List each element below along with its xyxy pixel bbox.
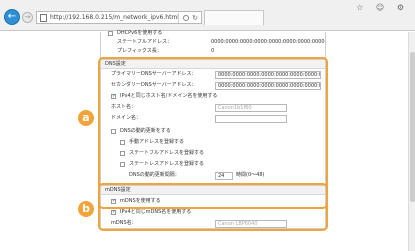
address-bar[interactable]: http://192.168.0.215/m_network_ipv6.html…	[36, 11, 202, 24]
mdns-highlight-frame	[98, 183, 328, 231]
browser-menu-icons[interactable]: ☆ ☺ ⚙	[356, 3, 409, 12]
callout-b: b	[78, 201, 94, 217]
ipv6-address-panel: DHCPv6を使用する ステートフルアドレス： 0000:0000:0000:0…	[100, 30, 326, 58]
prefix-label: プレフィックス長：	[117, 48, 162, 54]
browser-toolbar: ← → http://192.168.0.215/m_network_ipv6.…	[0, 0, 415, 31]
address-divider	[178, 13, 179, 23]
page-icon	[40, 14, 47, 22]
url-text: http://192.168.0.215/m_network_ipv6.html	[50, 14, 179, 21]
forward-button[interactable]: →	[22, 12, 33, 23]
prefix-value: 0	[211, 48, 215, 54]
prefix-row: プレフィックス長： 0	[101, 46, 325, 57]
refresh-icon[interactable]: ↻	[192, 14, 198, 22]
vertical-scrollbar[interactable]	[408, 32, 415, 251]
callout-a: a	[78, 110, 94, 126]
page-content: DHCPv6を使用する ステートフルアドレス： 0000:0000:0000:0…	[0, 30, 408, 251]
dhcp-checkbox[interactable]	[108, 31, 113, 36]
browser-tab[interactable]	[204, 10, 264, 25]
scrollbar-thumb[interactable]	[410, 52, 415, 202]
back-button[interactable]: ←	[4, 9, 20, 25]
search-icon[interactable]	[183, 15, 189, 21]
